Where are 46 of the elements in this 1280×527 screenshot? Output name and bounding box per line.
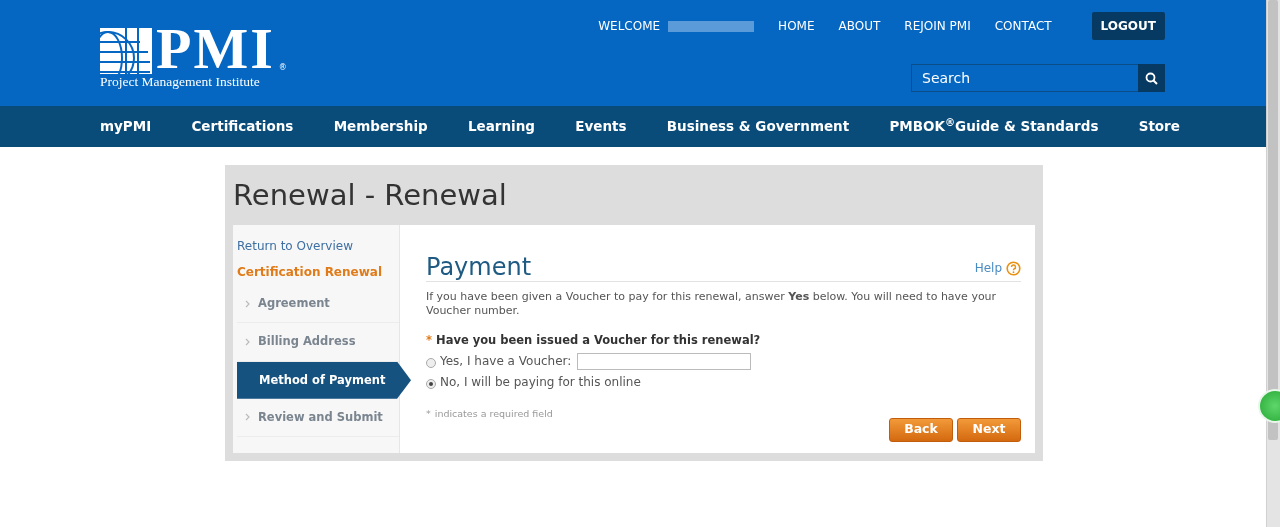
step-item[interactable]: Billing Address (237, 323, 399, 362)
nav-link[interactable]: Store (1138, 116, 1180, 137)
radio-label: No, I will be paying for this online (440, 374, 641, 392)
radio-label: Yes, I have a Voucher: (440, 353, 572, 371)
nav-link[interactable]: Certifications (191, 116, 294, 137)
registered-mark: ® (278, 62, 287, 74)
voucher-field[interactable] (577, 352, 752, 370)
welcome-label: WELCOME (598, 18, 661, 35)
chevron-icon (245, 337, 250, 346)
logout-button[interactable]: LOGOUT (1091, 12, 1165, 40)
chevron-icon (245, 299, 250, 308)
required-mark: * (426, 407, 431, 422)
intro-text: If you have been given a Voucher to pay for this renewal, answer Yes below. You will need to have your Voucher number. (426, 290, 998, 318)
nav-link[interactable]: PMBOK$^{®}$Guide & Standards (889, 116, 1099, 137)
top-nav-link[interactable]: CONTACT (994, 17, 1052, 35)
page-title: Renewal - Renewal (233, 177, 508, 213)
return-link[interactable]: Return to Overview (237, 237, 399, 255)
help-link[interactable]: Help (974, 259, 1021, 277)
step-item[interactable]: Method of Payment (237, 361, 411, 399)
chevron-icon (245, 413, 250, 422)
radio-button[interactable] (426, 357, 436, 368)
nav-link[interactable]: Learning (467, 116, 535, 137)
scrollbar[interactable] (1266, 0, 1280, 527)
nav-link[interactable]: Membership (333, 116, 428, 137)
step-item[interactable]: Agreement (237, 285, 399, 324)
nav-link[interactable]: myPMI (100, 116, 152, 137)
nav-link[interactable]: Business & Government (666, 116, 850, 137)
help-icon (1006, 260, 1021, 276)
scrollbar-thumb[interactable] (1268, 0, 1278, 440)
search-button[interactable] (1138, 64, 1165, 92)
top-nav-link[interactable]: REJOIN PMI (904, 17, 971, 35)
section-heading: Certification Renewal (237, 264, 383, 281)
required-note: indicates a required field (434, 407, 553, 422)
radio-button[interactable] (426, 378, 436, 389)
step-item[interactable]: Review and Submit (237, 398, 399, 437)
logo-letters: PMI (156, 24, 275, 74)
search-field[interactable]: Search (911, 64, 1138, 92)
top-nav-link[interactable]: HOME (778, 17, 815, 35)
logo-tagline: Project Management Institute (100, 74, 261, 90)
form-title: Payment (426, 253, 532, 281)
required-mark: * (426, 332, 432, 349)
top-nav-link[interactable]: ABOUT (838, 17, 881, 35)
nav-link[interactable]: Events (575, 116, 627, 137)
globe-icon (100, 28, 152, 74)
question-label: Have you been issued a Voucher for this renewal? (436, 332, 761, 349)
search-icon (1145, 71, 1158, 85)
